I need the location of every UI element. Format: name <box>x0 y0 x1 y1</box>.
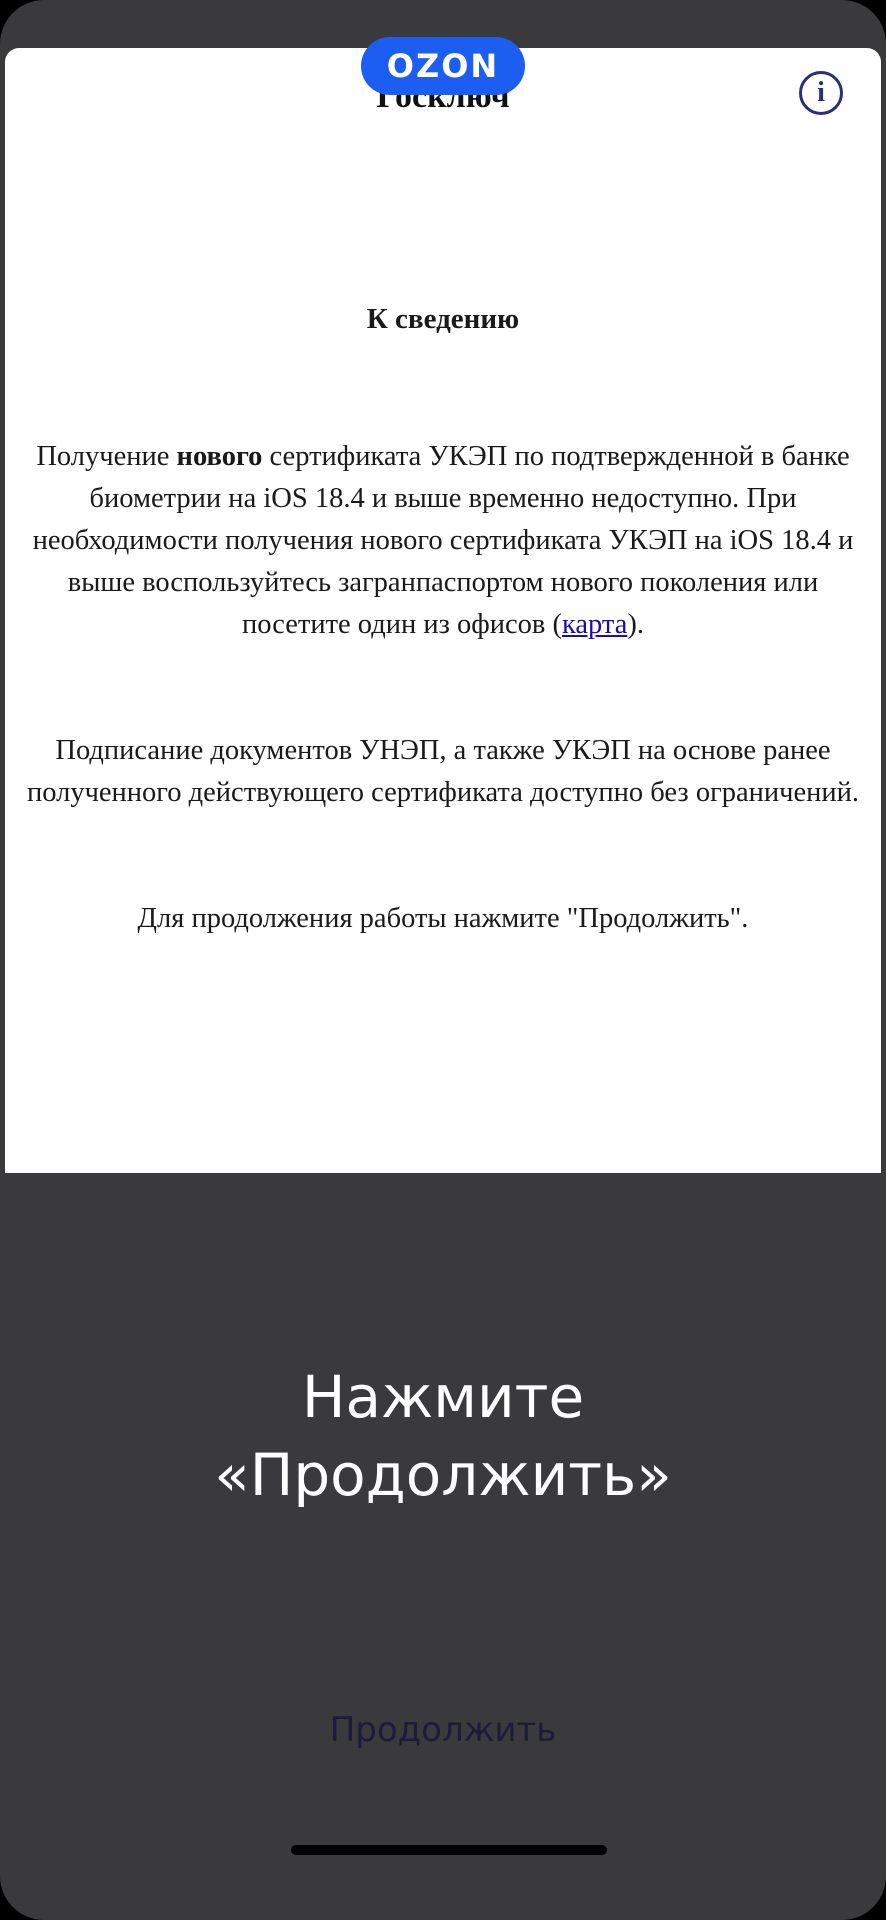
overlay-caption-line1: Нажмите <box>301 1363 585 1431</box>
info-glyph: i <box>817 77 825 108</box>
home-indicator[interactable] <box>291 1845 607 1855</box>
para1-bold: нового <box>176 441 263 472</box>
map-link[interactable]: карта <box>562 609 627 640</box>
phone-frame: Госключ i К сведению Получение нового се… <box>0 0 886 1920</box>
overlay-caption: Нажмите «Продолжить» <box>0 1358 886 1514</box>
notice-heading: К сведению <box>366 303 520 335</box>
continue-button[interactable]: Продолжить <box>200 1700 686 1760</box>
notice-content: К сведению Получение нового сертификата … <box>25 303 861 940</box>
para1-prefix: Получение <box>36 441 177 472</box>
para1-suffix: ). <box>627 609 644 640</box>
info-icon[interactable]: i <box>799 71 843 115</box>
notice-paragraph-1: Получение нового сертификата УКЭП по под… <box>25 436 861 646</box>
notice-paragraph-3: Для продолжения работы нажмите "Продолжи… <box>137 903 749 934</box>
ozon-logo-badge: OZON <box>361 37 525 95</box>
overlay-caption-line2: «Продолжить» <box>214 1441 672 1509</box>
notice-sheet: Госключ i К сведению Получение нового се… <box>5 48 881 1173</box>
notice-paragraph-2: Подписание документов УНЭП, а также УКЭП… <box>26 735 860 808</box>
